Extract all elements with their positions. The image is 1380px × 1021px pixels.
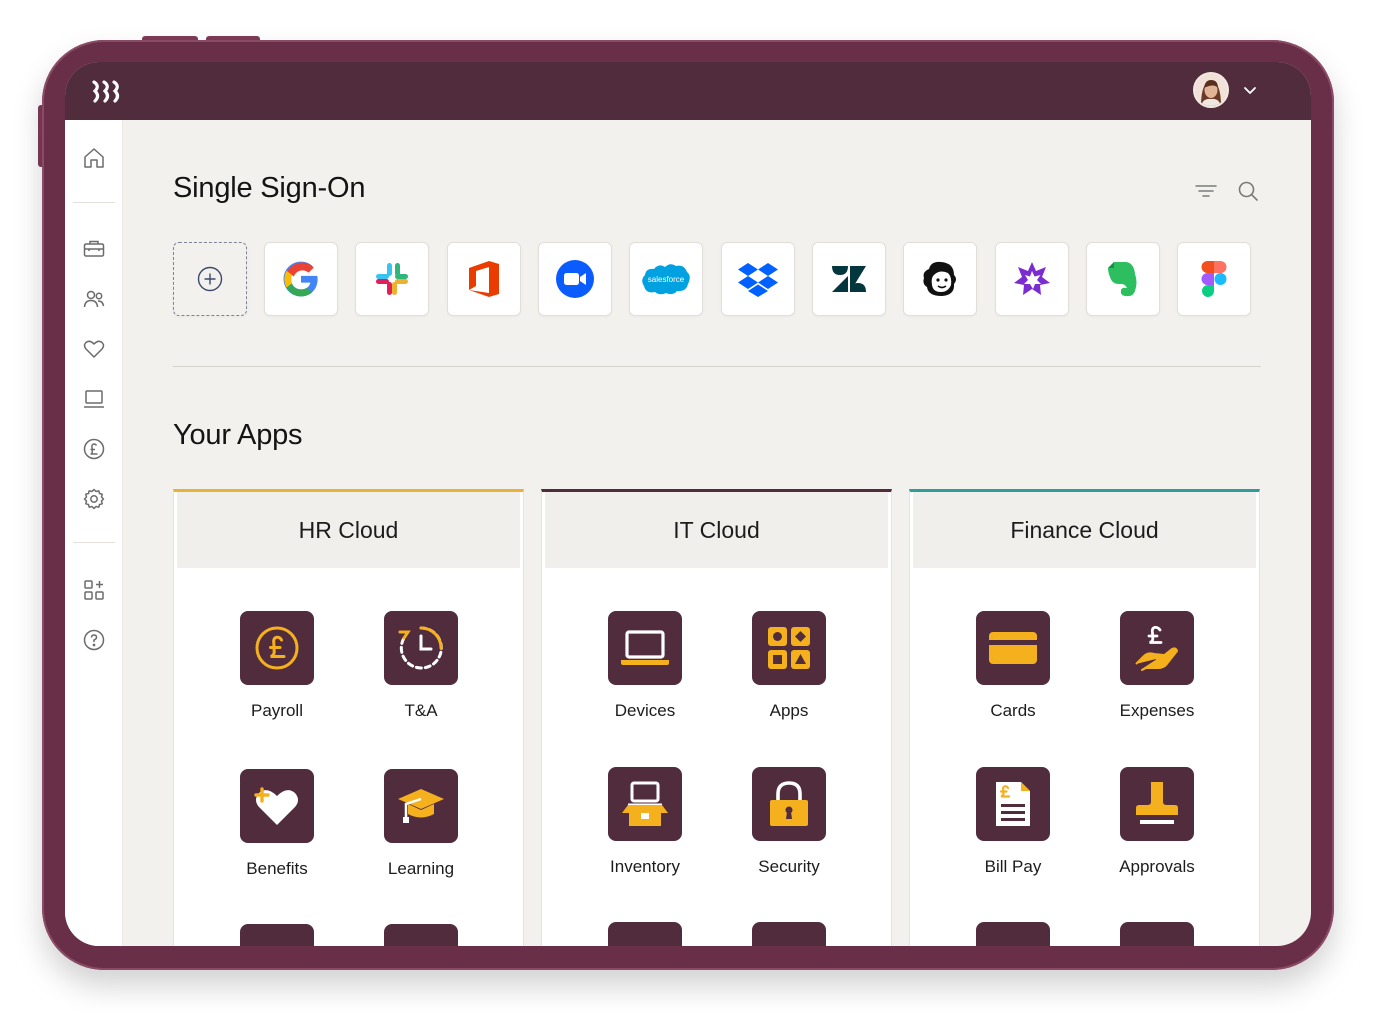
cloud-title: Finance Cloud xyxy=(913,492,1256,568)
heart-icon[interactable] xyxy=(82,337,106,361)
it-cloud-card: IT Cloud Devices Apps Inventory Security xyxy=(541,489,892,946)
sso-app-zoom[interactable] xyxy=(538,242,612,316)
mailchimp-logo xyxy=(923,261,956,296)
side-rail xyxy=(65,120,123,946)
your-apps-title: Your Apps xyxy=(173,419,303,451)
settings-icon[interactable] xyxy=(82,487,106,511)
laptop-icon[interactable] xyxy=(82,387,106,411)
dropbox-logo xyxy=(738,263,778,297)
app-tile-partial[interactable] xyxy=(976,922,1050,946)
people-icon[interactable] xyxy=(82,287,106,311)
rippling-logo-icon[interactable] xyxy=(91,77,125,105)
app-t-and-a[interactable]: T&A xyxy=(361,611,481,731)
slack-logo xyxy=(376,263,408,295)
help-icon[interactable] xyxy=(82,628,106,652)
app-apps[interactable]: Apps xyxy=(729,611,849,731)
google-logo xyxy=(283,261,318,297)
app-expenses[interactable]: Expenses xyxy=(1097,611,1217,731)
zendesk-logo xyxy=(832,266,866,292)
app-label: Benefits xyxy=(246,859,308,878)
sso-app-clickup[interactable] xyxy=(995,242,1069,316)
sso-app-google[interactable] xyxy=(264,242,338,316)
section-divider xyxy=(173,366,1261,367)
sso-title: Single Sign-On xyxy=(173,172,366,204)
app-grid-icon xyxy=(752,611,826,685)
app-bill-pay[interactable]: Bill Pay xyxy=(953,767,1073,887)
app-cards[interactable]: Cards xyxy=(953,611,1073,731)
sso-add-app-button[interactable] xyxy=(173,242,247,316)
app-label: Payroll xyxy=(251,701,303,720)
bill-icon xyxy=(976,767,1050,841)
app-label: Security xyxy=(758,857,820,876)
inventory-box-icon xyxy=(608,767,682,841)
finance-cloud-card: Finance Cloud Cards Expenses Bill Pay Ap… xyxy=(909,489,1260,946)
laptop-icon xyxy=(608,611,682,685)
app-security[interactable]: Security xyxy=(729,767,849,887)
pound-coin-icon xyxy=(240,611,314,685)
sso-app-office[interactable] xyxy=(447,242,521,316)
app-label: Apps xyxy=(769,701,809,720)
rail-separator xyxy=(73,542,115,543)
cloud-title: HR Cloud xyxy=(177,492,520,568)
sso-app-dropbox[interactable] xyxy=(721,242,795,316)
app-tile-partial[interactable] xyxy=(752,922,826,946)
padlock-icon xyxy=(752,767,826,841)
stamp-icon xyxy=(1120,767,1194,841)
app-tile-partial[interactable] xyxy=(384,924,458,946)
app-label: Devices xyxy=(614,701,676,720)
app-benefits[interactable]: Benefits xyxy=(217,769,337,889)
home-icon[interactable] xyxy=(82,146,106,170)
chevron-down-icon[interactable] xyxy=(1241,81,1259,99)
apps-add-icon[interactable] xyxy=(82,578,106,602)
credit-card-icon xyxy=(976,611,1050,685)
sso-app-slack[interactable] xyxy=(355,242,429,316)
app-tile-partial[interactable] xyxy=(240,924,314,946)
app-tile-partial[interactable] xyxy=(1120,922,1194,946)
salesforce-logo-text: salesforce xyxy=(648,275,685,284)
user-avatar[interactable] xyxy=(1193,72,1229,108)
hr-cloud-card: HR Cloud Payroll T&A Benefits Learning xyxy=(173,489,524,946)
briefcase-icon[interactable] xyxy=(82,237,106,261)
app-tile-partial[interactable] xyxy=(608,922,682,946)
filter-icon[interactable] xyxy=(1194,179,1218,203)
app-label: Cards xyxy=(990,701,1036,720)
app-devices[interactable]: Devices xyxy=(585,611,705,731)
app-label: Approvals xyxy=(1119,857,1195,876)
cloud-title: IT Cloud xyxy=(545,492,888,568)
sso-app-mailchimp[interactable] xyxy=(903,242,977,316)
zoom-logo xyxy=(556,260,594,298)
sso-app-evernote[interactable] xyxy=(1086,242,1160,316)
figma-logo xyxy=(1201,261,1227,297)
top-bar xyxy=(65,62,1311,120)
hand-pound-icon xyxy=(1120,611,1194,685)
app-inventory[interactable]: Inventory xyxy=(585,767,705,887)
app-payroll[interactable]: Payroll xyxy=(217,611,337,731)
graduation-cap-icon xyxy=(384,769,458,843)
pound-icon[interactable] xyxy=(82,437,106,461)
sso-app-zendesk[interactable] xyxy=(812,242,886,316)
app-label: Learning xyxy=(387,859,455,878)
app-label: Expenses xyxy=(1119,701,1195,720)
app-label: Bill Pay xyxy=(984,857,1042,876)
screen: Single Sign-On salesforce Your Apps HR C… xyxy=(65,62,1311,946)
app-approvals[interactable]: Approvals xyxy=(1097,767,1217,887)
burst-logo xyxy=(1014,262,1050,295)
clock-icon xyxy=(384,611,458,685)
rail-separator xyxy=(73,202,115,203)
salesforce-logo: salesforce xyxy=(642,264,690,295)
add-circle-icon xyxy=(197,266,223,292)
app-learning[interactable]: Learning xyxy=(361,769,481,889)
sso-app-figma[interactable] xyxy=(1177,242,1251,316)
app-label: Inventory xyxy=(610,857,680,876)
office-logo xyxy=(469,261,499,297)
heart-plus-icon xyxy=(240,769,314,843)
sso-app-salesforce[interactable]: salesforce xyxy=(629,242,703,316)
evernote-logo xyxy=(1108,262,1137,297)
search-icon[interactable] xyxy=(1236,179,1260,203)
app-label: T&A xyxy=(404,701,438,720)
